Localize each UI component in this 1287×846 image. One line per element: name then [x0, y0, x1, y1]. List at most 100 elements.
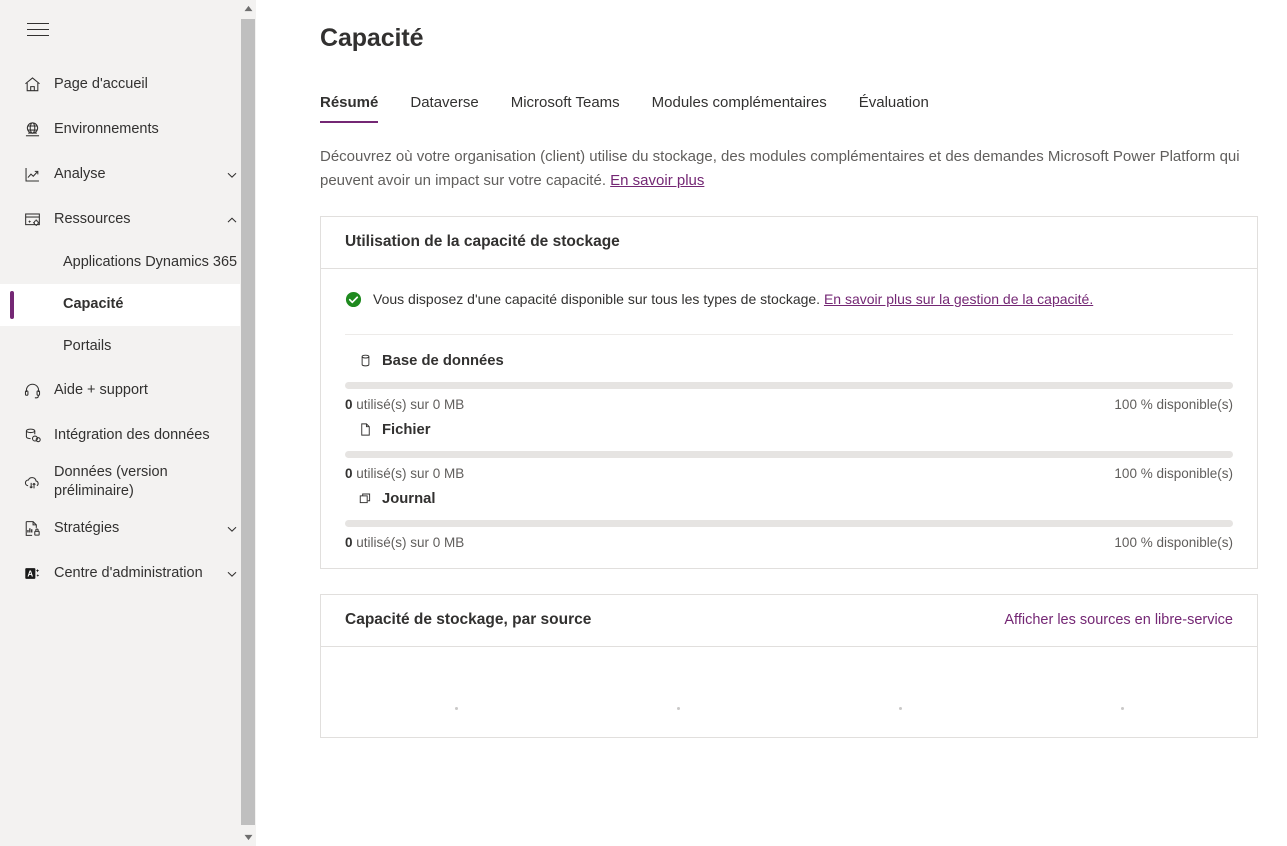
page-title: Capacité [320, 24, 424, 52]
home-icon [22, 75, 42, 95]
main-content: Capacité Résumé Dataverse Microsoft Team… [278, 0, 1287, 846]
sidebar-item-integration-des-donnees[interactable]: Intégration des données [0, 413, 256, 458]
storage-progress-bar [345, 381, 1233, 389]
storage-available-text: 100 % disponible(s) [1114, 396, 1233, 412]
tab-microsoft-teams[interactable]: Microsoft Teams [495, 94, 636, 123]
sidebar-item-capacite[interactable]: Capacité [0, 284, 256, 326]
storage-types-list: Base de données 0 utilisé(s) sur 0 MB 10… [345, 335, 1233, 550]
sidebar-scrollbar[interactable] [240, 0, 256, 846]
cloud-sync-icon [22, 472, 42, 492]
card-body: Vous disposez d'une capacité disponible … [321, 269, 1257, 568]
admin-center-icon: A [22, 564, 42, 584]
sidebar-item-centre-dadministration[interactable]: A Centre d'administration [0, 551, 256, 596]
chevron-down-icon[interactable] [224, 167, 240, 183]
chart-dot [898, 706, 902, 710]
storage-row-legend: 0 utilisé(s) sur 0 MB 100 % disponible(s… [345, 389, 1233, 412]
analytics-icon [22, 165, 42, 185]
storage-row-header: Journal [345, 481, 1233, 516]
learn-more-link[interactable]: En savoir plus [610, 172, 704, 189]
sidebar-item-label: Analyse [54, 165, 106, 182]
storage-used-value: 0 [345, 534, 353, 550]
success-check-icon [345, 291, 362, 308]
chart-dot [1120, 706, 1124, 710]
sidebar-item-label: Stratégies [54, 520, 120, 537]
scrollbar-thumb[interactable] [241, 19, 255, 825]
storage-used-suffix: utilisé(s) sur 0 MB [352, 396, 465, 412]
storage-row-database: Base de données 0 utilisé(s) sur 0 MB 10… [345, 343, 1233, 412]
file-icon [357, 422, 373, 438]
sidebar-item-label: Centre d'administration [54, 565, 203, 582]
storage-capacity-card: Utilisation de la capacité de stockage V… [320, 215, 1258, 569]
storage-row-file: Fichier 0 utilisé(s) sur 0 MB 100 % disp… [345, 412, 1233, 481]
storage-row-header: Fichier [345, 412, 1233, 447]
storage-used-suffix: utilisé(s) sur 0 MB [352, 465, 465, 481]
sidebar-item-donnees-version-preliminaire[interactable]: Données (version préliminaire) [0, 458, 256, 506]
sidebar-right-gutter [256, 0, 278, 846]
sidebar-item-applications-dynamics-365[interactable]: Applications Dynamics 365 [0, 242, 256, 284]
storage-by-source-card: Capacité de stockage, par source Affiche… [320, 593, 1258, 738]
tab-dataverse[interactable]: Dataverse [394, 94, 494, 123]
sidebar-item-strategies[interactable]: Stratégies [0, 506, 256, 551]
status-message-row: Vous disposez d'une capacité disponible … [345, 291, 1233, 335]
sidebar-item-analyse[interactable]: Analyse [0, 152, 256, 197]
storage-used-text: 0 utilisé(s) sur 0 MB [345, 397, 464, 412]
storage-available-text: 100 % disponible(s) [1114, 534, 1233, 550]
sidebar-item-environnements[interactable]: Environnements [0, 107, 256, 152]
globe-icon [22, 120, 42, 140]
sidebar-item-label: Environnements [54, 120, 159, 137]
sidebar-nav: Page d'accueil Environnements Analyse Re… [0, 62, 256, 596]
tab-evaluation[interactable]: Évaluation [843, 94, 945, 123]
scroll-down-arrow-icon[interactable] [240, 829, 256, 846]
headset-icon [22, 381, 42, 401]
storage-row-label: Journal [382, 490, 436, 507]
storage-used-text: 0 utilisé(s) sur 0 MB [345, 535, 464, 550]
scroll-up-arrow-icon[interactable] [240, 0, 256, 17]
sidebar-item-label: Applications Dynamics 365 [63, 254, 238, 271]
card-title: Utilisation de la capacité de stockage [345, 232, 620, 250]
storage-row-legend: 0 utilisé(s) sur 0 MB 100 % disponible(s… [345, 458, 1233, 481]
storage-available-text: 100 % disponible(s) [1114, 465, 1233, 481]
sidebar-item-aide-support[interactable]: Aide + support [0, 368, 256, 413]
storage-progress-bar [345, 450, 1233, 458]
card-header: Capacité de stockage, par source Affiche… [321, 595, 1257, 647]
sidebar-item-label: Capacité [63, 296, 124, 313]
chevron-down-icon[interactable] [224, 521, 240, 537]
sidebar-item-label: Portails [63, 338, 112, 355]
status-message: Vous disposez d'une capacité disponible … [373, 291, 824, 308]
storage-used-suffix: utilisé(s) sur 0 MB [352, 534, 465, 550]
card-title: Capacité de stockage, par source [345, 610, 592, 628]
sidebar-item-label: Aide + support [54, 381, 148, 398]
sidebar-item-ressources[interactable]: Ressources [0, 197, 256, 242]
sidebar-item-label: Intégration des données [54, 426, 210, 443]
sidebar-item-label: Données (version préliminaire) [54, 464, 168, 500]
view-self-service-sources-link[interactable]: Afficher les sources en libre-service [1004, 612, 1233, 628]
status-text: Vous disposez d'une capacité disponible … [373, 291, 1093, 307]
app-root: Page d'accueil Environnements Analyse Re… [0, 0, 1287, 846]
resources-icon [22, 210, 42, 230]
sidebar: Page d'accueil Environnements Analyse Re… [0, 0, 278, 846]
sidebar-item-label: Ressources [54, 210, 131, 227]
storage-row-label: Base de données [382, 352, 504, 369]
log-icon [357, 491, 373, 507]
policies-icon [22, 519, 42, 539]
intro-paragraph: Découvrez où votre organisation (client)… [320, 145, 1250, 194]
capacity-management-link[interactable]: En savoir plus sur la gestion de la capa… [824, 291, 1093, 307]
tab-modules-complementaires[interactable]: Modules complémentaires [636, 94, 843, 123]
chevron-down-icon[interactable] [224, 566, 240, 582]
storage-used-value: 0 [345, 396, 353, 412]
storage-row-header: Base de données [345, 343, 1233, 378]
database-icon [357, 353, 373, 369]
sidebar-item-portails[interactable]: Portails [0, 326, 256, 368]
storage-row-log: Journal 0 utilisé(s) sur 0 MB 100 % disp… [345, 481, 1233, 550]
storage-row-legend: 0 utilisé(s) sur 0 MB 100 % disponible(s… [345, 527, 1233, 550]
svg-text:A: A [27, 570, 33, 579]
storage-used-text: 0 utilisé(s) sur 0 MB [345, 466, 464, 481]
chart-dot [454, 706, 458, 710]
menu-toggle-icon[interactable] [25, 18, 51, 40]
tab-bar: Résumé Dataverse Microsoft Teams Modules… [320, 85, 1265, 123]
tab-resume[interactable]: Résumé [320, 94, 394, 123]
chevron-up-icon[interactable] [224, 212, 240, 228]
storage-progress-bar [345, 519, 1233, 527]
sidebar-item-page-daccueil[interactable]: Page d'accueil [0, 62, 256, 107]
storage-used-value: 0 [345, 465, 353, 481]
